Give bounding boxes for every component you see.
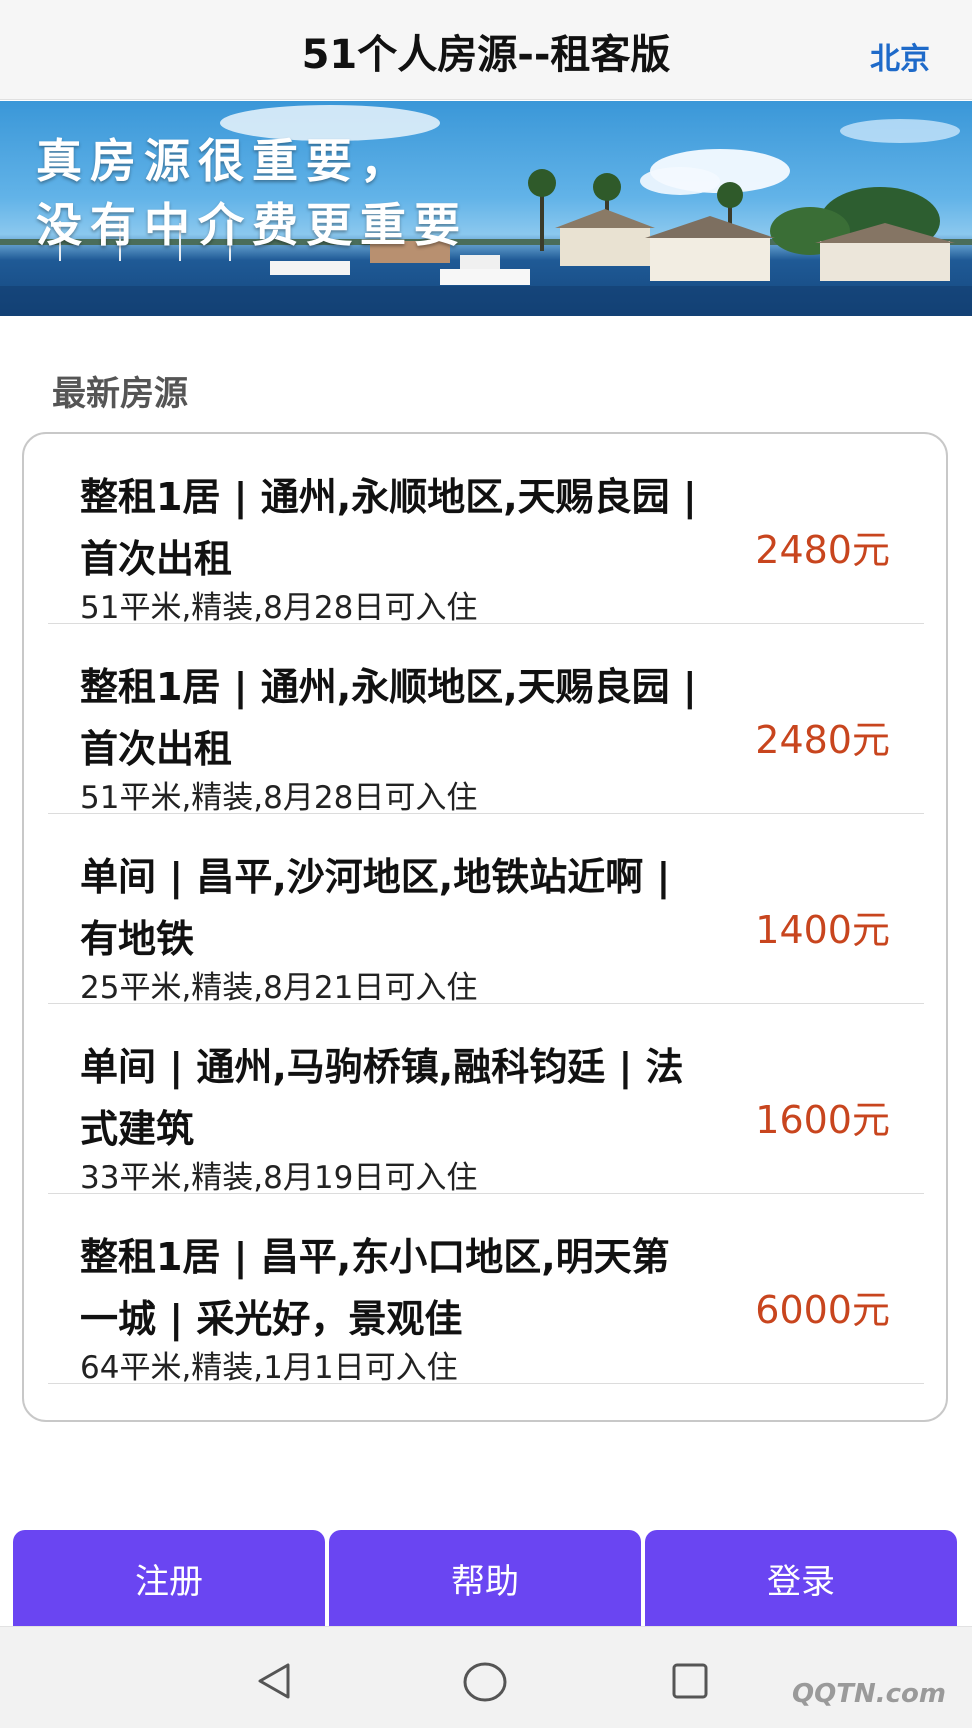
bottom-action-bar: 注册 帮助 登录 [13,1530,957,1626]
banner-headline-1: 真房源很重要， [36,134,414,188]
app-header: 51个人房源--租客版 北京 [0,0,972,100]
help-button[interactable]: 帮助 [329,1530,641,1626]
listing-meta: 64平米,精装,1月1日可入住 [80,1350,458,1386]
listing-title: 整租1居 | 通州,永顺地区,天赐良园 | 首次出租 [80,665,697,771]
listing-title: 整租1居 | 通州,永顺地区,天赐良园 | 首次出租 [80,475,697,581]
listing-meta: 25平米,精装,8月21日可入住 [80,970,478,1006]
listing-price: 2480元 [755,528,890,572]
listing-price: 1600元 [755,1098,890,1142]
listing-title: 整租1居 | 昌平,东小口地区,明天第一城 | 采光好，景观佳 [80,1235,670,1341]
listing-meta: 51平米,精装,8月28日可入住 [80,780,478,816]
listing-price: 1400元 [755,908,890,952]
system-navigation-bar: QQTN.com [0,1626,972,1728]
listing-price: 6000元 [755,1288,890,1332]
section-title-latest: 最新房源 [52,374,188,414]
listing-item[interactable]: 整租1居 | 通州,永顺地区,天赐良园 | 首次出租 51平米,精装,8月28日… [48,624,924,816]
back-triangle-icon[interactable] [254,1661,294,1701]
banner-headline-2: 没有中介费更重要 [36,198,468,252]
listing-item[interactable]: 单间 | 通州,马驹桥镇,融科钧廷 | 法式建筑 33平米,精装,8月19日可入… [48,1004,924,1196]
listing-meta: 33平米,精装,8月19日可入住 [80,1160,478,1196]
listing-item[interactable]: 整租1居 | 通州,永顺地区,天赐良园 | 首次出租 51平米,精装,8月28日… [48,434,924,626]
home-circle-icon[interactable] [462,1661,508,1703]
login-button[interactable]: 登录 [645,1530,957,1626]
app-root: 51个人房源--租客版 北京 真房源很重要， 没有中介费更重要 最新房源 整租1… [0,0,972,1728]
listing-list: 整租1居 | 通州,永顺地区,天赐良园 | 首次出租 51平米,精装,8月28日… [22,432,948,1422]
watermark-logo: QQTN.com [792,1679,946,1709]
page-title: 51个人房源--租客版 [301,32,671,78]
listing-title: 单间 | 昌平,沙河地区,地铁站近啊 | 有地铁 [80,855,671,961]
listing-title: 单间 | 通州,马驹桥镇,融科钧廷 | 法式建筑 [80,1045,684,1151]
promo-banner[interactable]: 真房源很重要， 没有中介费更重要 [0,101,972,316]
listing-item[interactable]: 单间 | 昌平,沙河地区,地铁站近啊 | 有地铁 25平米,精装,8月21日可入… [48,814,924,1006]
register-button[interactable]: 注册 [13,1530,325,1626]
listing-price: 2480元 [755,718,890,762]
listing-meta: 51平米,精装,8月28日可入住 [80,590,478,626]
city-selector[interactable]: 北京 [870,34,930,78]
recents-square-icon[interactable] [670,1661,710,1701]
listing-item[interactable]: 整租1居 | 昌平,东小口地区,明天第一城 | 采光好，景观佳 64平米,精装,… [48,1194,924,1386]
